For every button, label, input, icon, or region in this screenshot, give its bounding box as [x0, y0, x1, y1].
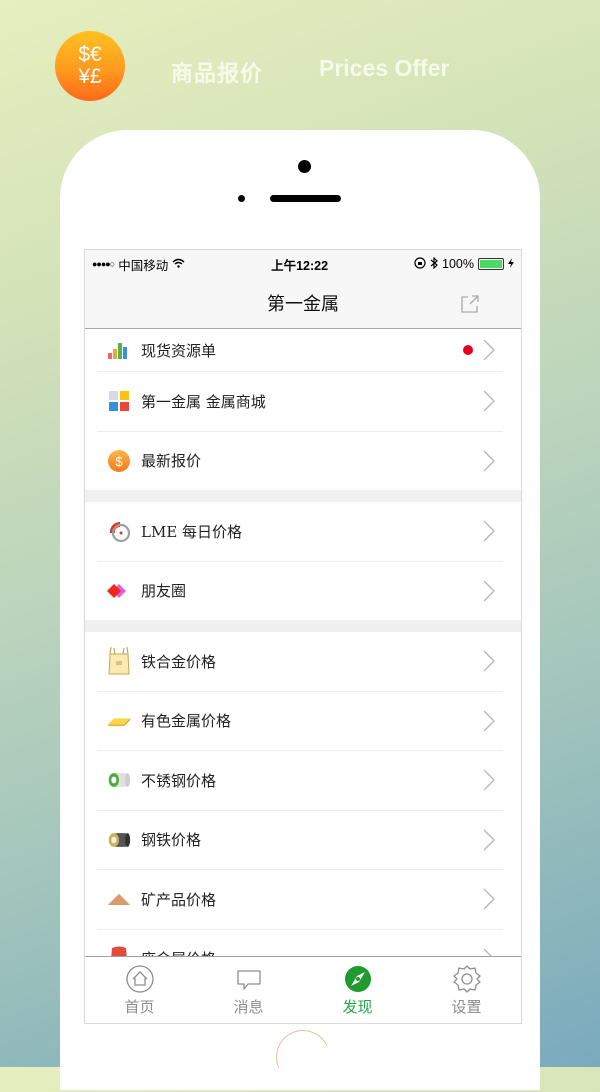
- chevron-right-icon: [483, 769, 495, 791]
- moments-diamond-icon: [107, 579, 131, 603]
- list-item-lme-daily[interactable]: LME 每日价格: [97, 502, 503, 562]
- settings-gear-icon: [452, 964, 481, 993]
- tab-messages[interactable]: 消息: [194, 957, 303, 1023]
- charging-icon: [507, 257, 514, 271]
- promo-title-cn: 商品报价: [171, 62, 264, 87]
- list-item-label: 铁合金价格: [141, 652, 217, 671]
- chevron-right-icon: [483, 829, 495, 851]
- rotation-lock-icon: [414, 256, 426, 272]
- list-item-label: 最新报价: [141, 452, 202, 471]
- list-item-moments[interactable]: 朋友圈: [97, 562, 503, 621]
- list-item-label: 钢铁价格: [141, 831, 202, 850]
- tab-label: 首页: [124, 997, 155, 1016]
- unread-badge: [463, 345, 473, 355]
- gold-bar-icon: [107, 709, 131, 733]
- chevron-right-icon: [483, 339, 495, 361]
- battery-icon: [477, 258, 504, 270]
- logo-currency-bottom: ¥£: [78, 65, 102, 88]
- status-bar: ●●●●○ 中国移动 上午12:22 100%: [85, 250, 521, 278]
- tab-home[interactable]: 首页: [85, 957, 194, 1023]
- list-item-spot-resources[interactable]: 现货资源单: [97, 329, 503, 372]
- logo-currency-top: $€: [78, 43, 102, 66]
- discover-compass-icon: [344, 965, 371, 992]
- message-icon: [236, 969, 261, 990]
- list-item-label: 不锈钢价格: [141, 771, 217, 790]
- front-camera: [298, 160, 311, 173]
- chevron-right-icon: [483, 710, 495, 732]
- tab-settings[interactable]: 设置: [412, 957, 521, 1023]
- bar-chart-icon: [107, 338, 131, 362]
- share-icon[interactable]: [459, 293, 479, 313]
- chevron-right-icon: [483, 520, 495, 542]
- chevron-right-icon: [483, 888, 495, 910]
- list-item-label: 矿产品价格: [141, 890, 217, 909]
- tab-discover[interactable]: 发现: [303, 957, 412, 1023]
- list-item-steel-prices[interactable]: 钢铁价格: [97, 811, 503, 870]
- carrier-name: 中国移动: [118, 258, 169, 273]
- tab-label: 发现: [342, 997, 373, 1016]
- chevron-right-icon: [483, 390, 495, 412]
- list-item-metal-mall[interactable]: 第一金属 金属商城: [97, 372, 503, 432]
- list-item-ferroalloy-prices[interactable]: 铁合金价格: [97, 632, 503, 692]
- tab-bar: 首页 消息 发现 设置: [85, 956, 521, 1023]
- navigation-bar: 第一金属: [85, 278, 521, 329]
- store-grid-icon: [107, 389, 131, 413]
- list-group-resources: 现货资源单 第一金属 金属商城 $ 最新报价: [85, 329, 521, 490]
- lme-gauge-icon: [107, 519, 131, 543]
- phone-screen: ●●●●○ 中国移动 上午12:22 100% 第一金属 现货资源单 第一金属 …: [84, 249, 522, 1024]
- list-item-latest-quotes[interactable]: $ 最新报价: [97, 432, 503, 491]
- dollar-coin-icon: $: [107, 449, 131, 473]
- tab-label: 设置: [451, 997, 482, 1016]
- proximity-sensor: [238, 195, 245, 202]
- home-button: [268, 1022, 338, 1092]
- list-item-stainless-prices[interactable]: 不锈钢价格: [97, 751, 503, 811]
- list-group-social: LME 每日价格 朋友圈: [85, 502, 521, 620]
- chevron-right-icon: [483, 580, 495, 602]
- ton-bag-icon: [107, 647, 131, 675]
- section-divider: [85, 620, 521, 632]
- status-time: 上午12:22: [271, 258, 329, 273]
- list-item-label: 现货资源单: [141, 341, 217, 360]
- home-icon: [125, 964, 154, 993]
- wifi-icon: [172, 257, 185, 271]
- list-group-prices: 铁合金价格 有色金属价格 不锈钢价格 钢铁价格 矿产品价格: [85, 632, 521, 988]
- tab-label: 消息: [233, 997, 264, 1016]
- earpiece-speaker: [270, 195, 341, 202]
- chevron-right-icon: [483, 650, 495, 672]
- svg-text:$: $: [115, 454, 123, 469]
- list-item-label: 有色金属价格: [141, 712, 232, 731]
- list-item-label: 第一金属 金属商城: [141, 392, 266, 411]
- battery-percent: 100%: [442, 257, 474, 271]
- signal-strength: ●●●●○: [92, 259, 115, 269]
- app-logo: $€ ¥£: [55, 31, 125, 101]
- list-item-label: 朋友圈: [141, 582, 187, 601]
- section-divider: [85, 490, 521, 502]
- promo-title-en: Prices Offer: [319, 55, 450, 81]
- list-item-mineral-prices[interactable]: 矿产品价格: [97, 870, 503, 930]
- ore-pile-icon: [107, 887, 131, 911]
- bluetooth-icon: [430, 256, 438, 272]
- chevron-right-icon: [483, 450, 495, 472]
- list-item-nonferrous-prices[interactable]: 有色金属价格: [97, 692, 503, 751]
- page-title: 第一金属: [267, 294, 339, 315]
- steel-coil-icon: [107, 828, 131, 852]
- list-item-label: LME 每日价格: [141, 522, 243, 541]
- stainless-coil-icon: [107, 768, 131, 792]
- discover-list: 现货资源单 第一金属 金属商城 $ 最新报价 LME 每日价格 朋友圈 铁合金价…: [85, 329, 521, 988]
